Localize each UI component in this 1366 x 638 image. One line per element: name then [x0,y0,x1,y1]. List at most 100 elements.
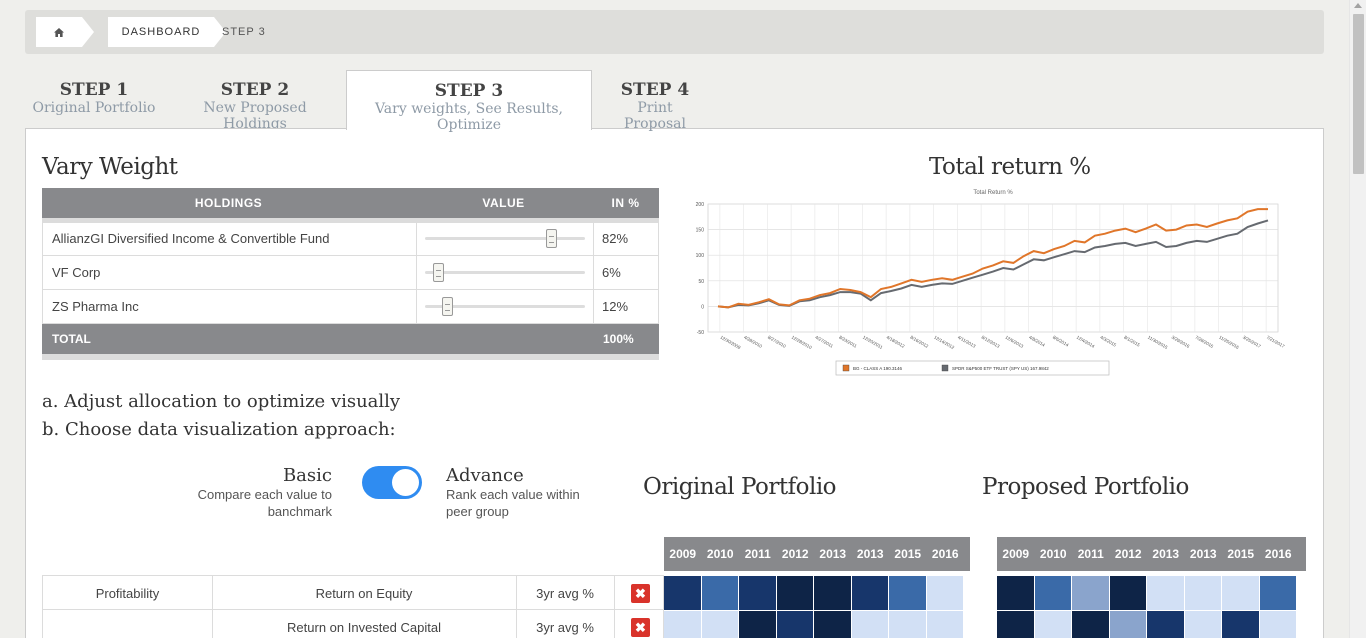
divider [593,290,594,323]
total-value: 100% [603,332,634,346]
tab-subtitle: Print Proposal [624,100,686,132]
holdings-header: HOLDINGS VALUE IN % [42,188,659,218]
x-tick-label: 7/21/2017 [1266,335,1286,350]
x-tick-label: 7/28/2016 [1194,335,1214,350]
proposed-heatmap-row [997,611,1297,638]
heatmap-cell [1222,611,1260,638]
total-label: TOTAL [52,332,91,346]
divider [42,354,659,360]
legend-swatch [842,364,850,372]
total-row: TOTAL 100% [42,324,659,354]
x-tick-label: 12/4/2014 [1076,335,1096,350]
heatmap-cell [739,611,777,638]
original-heatmap-row [664,576,964,610]
tab-step-1[interactable]: STEP 1 Original Portfolio [30,70,158,128]
x-tick-label: 3/29/2016 [1171,335,1191,350]
tab-step-2[interactable]: STEP 2 New Proposed Holdings [175,70,335,132]
advance-title: Advance [446,465,524,486]
weight-slider-handle[interactable] [546,229,557,248]
weight-slider-handle[interactable] [442,297,453,316]
pct-column-header[interactable]: IN % [592,188,659,218]
vary-weight-title: Vary Weight [42,154,178,180]
remove-metric-button[interactable]: ✖ [631,618,650,637]
original-heatmap-row [664,611,964,638]
year-label: 2013 [856,547,884,561]
heatmap-cell [1072,611,1110,638]
x-tick-label: 8/1/2015 [1123,335,1141,348]
year-label: 2016 [1264,547,1292,561]
remove-metric-button[interactable]: ✖ [631,584,650,603]
y-tick-label: -50 [697,330,704,336]
holding-name: ZS Pharma Inc [52,299,139,314]
year-label: 2010 [1039,547,1067,561]
year-label: 2013 [1152,547,1180,561]
x-tick-label: 8/16/2012 [909,335,929,350]
tab-step-4[interactable]: STEP 4 Print Proposal [605,70,705,132]
value-column-header[interactable]: VALUE [415,188,592,218]
holdings-column-header[interactable]: HOLDINGS [42,188,415,218]
advance-option: Advance Rank each value within peer grou… [446,465,606,520]
year-label: 2015 [1227,547,1255,561]
x-tick-label: 4/27/2011 [814,335,834,349]
x-tick-label: 8/12/2013 [981,335,1001,350]
tab-step-3[interactable]: STEP 3 Vary weights, See Results, Optimi… [346,70,592,133]
breadcrumb-home[interactable] [36,17,82,47]
chart-title: Total Return % [973,190,1013,196]
proposed-heatmap-row [997,576,1297,610]
advance-subtitle: Rank each value within peer group [446,487,580,519]
year-label: 2011 [1077,547,1104,561]
x-tick-label: 12/28/2010 [791,335,813,351]
heatmap-cell [851,611,889,638]
basic-option: Basic Compare each value to banchmark [150,465,332,520]
series-line [717,208,1268,309]
holding-name: VF Corp [52,265,101,280]
weight-slider-track[interactable] [425,237,585,240]
x-tick-label: 4/3/2015 [1099,335,1117,348]
x-tick-label: 8/27/2010 [767,335,787,350]
year-label: 2010 [706,547,734,561]
x-tick-label: 12/30/2009 [719,335,741,351]
divider [416,222,417,255]
scroll-up-icon[interactable] [1354,3,1362,8]
year-label: 2013 [1189,547,1217,561]
y-tick-label: 150 [696,228,705,234]
total-return-chart-svg: Total Return %200150100500-5012/30/2009 4… [696,190,1286,376]
scrollbar-thumb[interactable] [1353,14,1364,174]
instruction-a: a. Adjust allocation to optimize visuall… [42,391,401,412]
breadcrumb-dashboard[interactable]: DASHBOARD [108,17,214,47]
close-icon: ✖ [635,619,646,635]
x-tick-label: 4/8/2014 [1028,335,1046,348]
heatmap-cell [1109,611,1147,638]
metric-row: Return on Invested Capital 3yr avg % ✖ [42,610,664,638]
x-tick-label: 3/25/2017 [1242,335,1262,350]
close-icon: ✖ [635,585,646,601]
divider [416,290,417,323]
metric-group: Profitability [95,585,160,601]
proposed-portfolio-title: Proposed Portfolio [982,474,1189,500]
year-label: 2013 [819,547,847,561]
total-return-chart: Total Return % 200 150 100 50 0 -50 12/30/2009 4… [680,185,1305,380]
holding-pct: 12% [602,299,629,314]
heatmap-cell [926,611,964,638]
visualization-toggle[interactable] [362,466,422,499]
metric-name: Return on Invested Capital [287,619,441,635]
weight-slider-handle[interactable] [433,263,444,282]
metric-name: Return on Equity [315,585,413,601]
tab-subtitle: Original Portfolio [32,100,156,116]
heatmap-cell [1034,611,1072,638]
year-label: 2009 [669,547,697,561]
year-label: 2011 [744,547,771,561]
metric-measure: 3yr avg % [536,619,594,635]
page-scrollbar[interactable] [1349,0,1366,638]
legend-swatch [941,364,949,372]
legend-label: SPDR S&P500 ETF TRUST (SPY US) 167.9842 [952,366,1049,371]
y-tick-label: 100 [696,253,705,259]
heatmap-cell [1109,576,1147,610]
series-line [717,219,1269,309]
heatmap-cell [851,576,889,610]
year-label: 2016 [931,547,959,561]
y-tick-label: 50 [698,279,704,285]
heatmap-cell [889,611,927,638]
weight-slider-track[interactable] [425,271,585,274]
heatmap-cell [739,576,777,610]
